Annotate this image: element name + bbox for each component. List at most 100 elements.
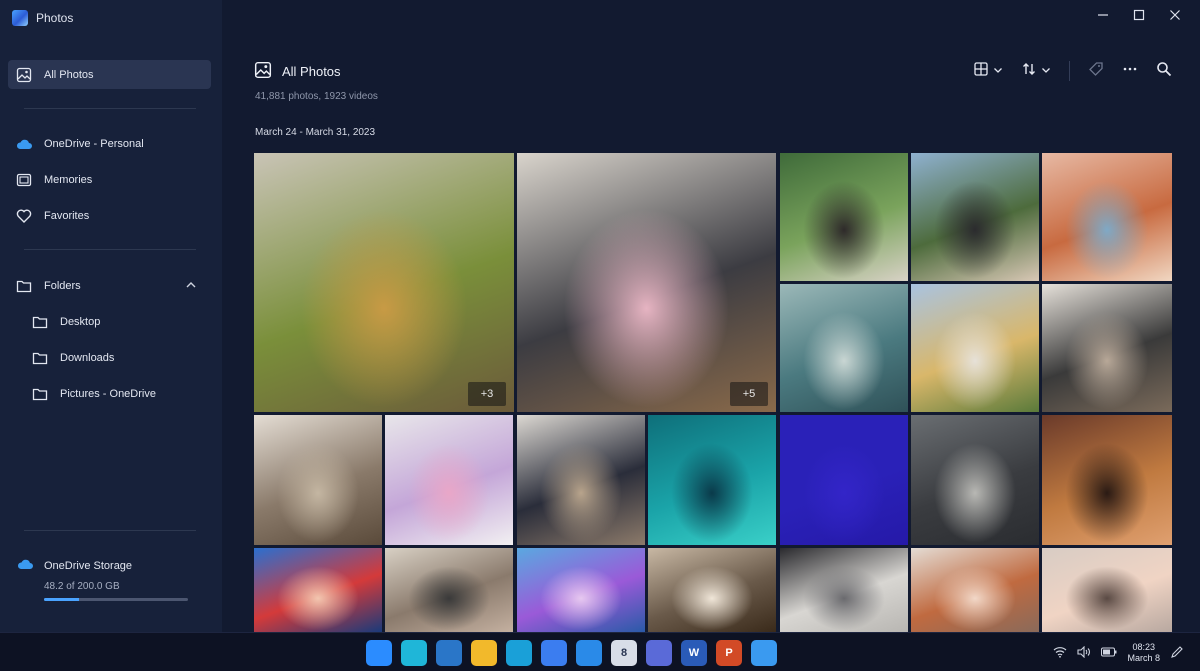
sidebar: Photos All Photos OneDrive - Personal Me… — [0, 0, 222, 632]
view-layout-icon — [973, 61, 989, 82]
photo-toddler-sofa[interactable] — [254, 415, 382, 545]
photo-abstract-ribbons-orange[interactable] — [1042, 153, 1172, 281]
photo-toddler-snow-hat[interactable] — [385, 415, 513, 545]
photo-man-suit-street[interactable] — [911, 415, 1039, 545]
photo-toddler-closeup-smile[interactable] — [1042, 548, 1172, 632]
cloud-icon — [16, 558, 34, 573]
photo-couple-bench-garden[interactable] — [780, 153, 908, 281]
system-tray: 08:23 March 8 — [1053, 642, 1184, 664]
volume-icon[interactable] — [1077, 645, 1091, 660]
file-explorer-icon[interactable] — [471, 640, 497, 666]
word-icon[interactable]: W — [681, 640, 707, 666]
photo-toddler-pink-dress-armchair[interactable]: +5 — [517, 153, 776, 412]
folder-icon — [16, 278, 32, 294]
photo-abstract-blue-ribbons[interactable] — [517, 548, 645, 632]
photo-toddler-park-autumn[interactable]: +3 — [254, 153, 514, 412]
stack-count-badge: +3 — [468, 382, 506, 406]
maximize-icon[interactable] — [1132, 8, 1146, 22]
clock-time: 08:23 — [1132, 642, 1155, 652]
taskbar-clock[interactable]: 08:23 March 8 — [1127, 642, 1160, 664]
folder-icon — [32, 314, 48, 330]
date-range-heading: March 24 - March 31, 2023 — [255, 127, 376, 138]
window-controls — [1096, 8, 1182, 22]
folder-icon — [32, 350, 48, 366]
chevron-up-icon[interactable] — [185, 279, 197, 291]
app-title: Photos — [36, 11, 74, 25]
photo-toddler-reading[interactable] — [385, 548, 513, 632]
sidebar-item-label: Folders — [44, 279, 81, 292]
taskbar: 8 WP 08:23 March 8 — [0, 632, 1200, 671]
search-icon — [1156, 61, 1172, 82]
sidebar-folder-pictures-onedrive[interactable]: Pictures - OneDrive — [24, 379, 211, 408]
photo-woman-cafe-night[interactable] — [1042, 415, 1172, 545]
sidebar-item-label: Pictures - OneDrive — [60, 387, 156, 400]
app-title-bar: Photos — [12, 8, 73, 28]
sidebar-folder-desktop[interactable]: Desktop — [24, 307, 211, 336]
chevron-down-icon — [1041, 62, 1051, 80]
photos-app-logo — [12, 10, 28, 26]
sidebar-divider — [24, 108, 196, 109]
heart-icon — [16, 208, 32, 224]
folder-icon — [32, 386, 48, 402]
mail-icon[interactable] — [576, 640, 602, 666]
start-button[interactable] — [366, 640, 392, 666]
task-view-button[interactable] — [401, 640, 427, 666]
tag-button[interactable] — [1088, 60, 1104, 82]
sidebar-divider — [24, 249, 196, 250]
sidebar-item-all-photos[interactable]: All Photos — [8, 60, 211, 89]
photo-toddler-dress-kitchen[interactable] — [517, 415, 645, 545]
downloads-icon[interactable] — [751, 640, 777, 666]
photo-couple-selfie[interactable] — [911, 284, 1039, 412]
sidebar-divider — [24, 530, 196, 531]
sidebar-folder-downloads[interactable]: Downloads — [24, 343, 211, 372]
photo-man-laptop-cafe[interactable] — [780, 548, 908, 632]
photo-solid-indigo[interactable] — [780, 415, 908, 545]
sidebar-item-folders[interactable]: Folders — [8, 271, 211, 300]
toolbar — [973, 60, 1172, 82]
sidebar-item-memories[interactable]: Memories — [8, 165, 211, 194]
view-layout-button[interactable] — [973, 60, 1003, 82]
sidebar-item-onedrive[interactable]: OneDrive - Personal — [8, 129, 211, 158]
memories-icon — [16, 172, 32, 188]
sidebar-item-label: Downloads — [60, 351, 115, 364]
photo-balcony-couple[interactable] — [1042, 284, 1172, 412]
calendar-icon[interactable]: 8 — [611, 640, 637, 666]
close-icon[interactable] — [1168, 8, 1182, 22]
search-button[interactable] — [1156, 60, 1172, 82]
powerpoint-icon[interactable]: P — [716, 640, 742, 666]
sidebar-item-favorites[interactable]: Favorites — [8, 201, 211, 230]
sidebar-item-label: Favorites — [44, 209, 90, 222]
photo-abstract-teal-ribbons[interactable] — [780, 284, 908, 412]
photo-count: 41,881 photos, 1923 videos — [255, 91, 378, 102]
search-button[interactable] — [436, 640, 462, 666]
photo-toddler-orange-shirt[interactable] — [911, 548, 1039, 632]
sidebar-item-label: All Photos — [44, 68, 94, 81]
page-title: All Photos — [254, 61, 341, 82]
storage-progress-bar — [44, 598, 188, 601]
photo-toddler-playground[interactable] — [254, 548, 382, 632]
storage-label: OneDrive Storage — [44, 559, 133, 572]
edge-browser-icon[interactable] — [506, 640, 532, 666]
sidebar-item-label: Desktop — [60, 315, 101, 328]
onedrive-storage[interactable]: OneDrive Storage 48.2 of 200.0 GB — [16, 558, 206, 601]
photo-toddler-living-room[interactable] — [648, 548, 776, 632]
clipchamp-icon[interactable] — [646, 640, 672, 666]
sort-icon — [1021, 61, 1037, 82]
stack-count-badge: +5 — [730, 382, 768, 406]
photos-taskbar-icon[interactable] — [541, 640, 567, 666]
wifi-icon[interactable] — [1053, 646, 1067, 660]
photo-abstract-teal-waves[interactable] — [648, 415, 776, 545]
pen-menu-icon[interactable] — [1170, 645, 1184, 661]
more-options-button[interactable] — [1122, 60, 1138, 82]
toolbar-separator — [1069, 61, 1070, 81]
sidebar-item-label: OneDrive - Personal — [44, 137, 144, 150]
page-title-text: All Photos — [282, 64, 341, 79]
photo-gallery-icon — [254, 61, 272, 82]
tag-icon — [1088, 61, 1104, 82]
photo-man-outdoors[interactable] — [911, 153, 1039, 281]
sort-button[interactable] — [1021, 60, 1051, 82]
battery-icon[interactable] — [1101, 647, 1117, 659]
taskbar-apps: 8 WP — [366, 640, 777, 666]
minimize-icon[interactable] — [1096, 8, 1110, 22]
chevron-down-icon — [993, 62, 1003, 80]
